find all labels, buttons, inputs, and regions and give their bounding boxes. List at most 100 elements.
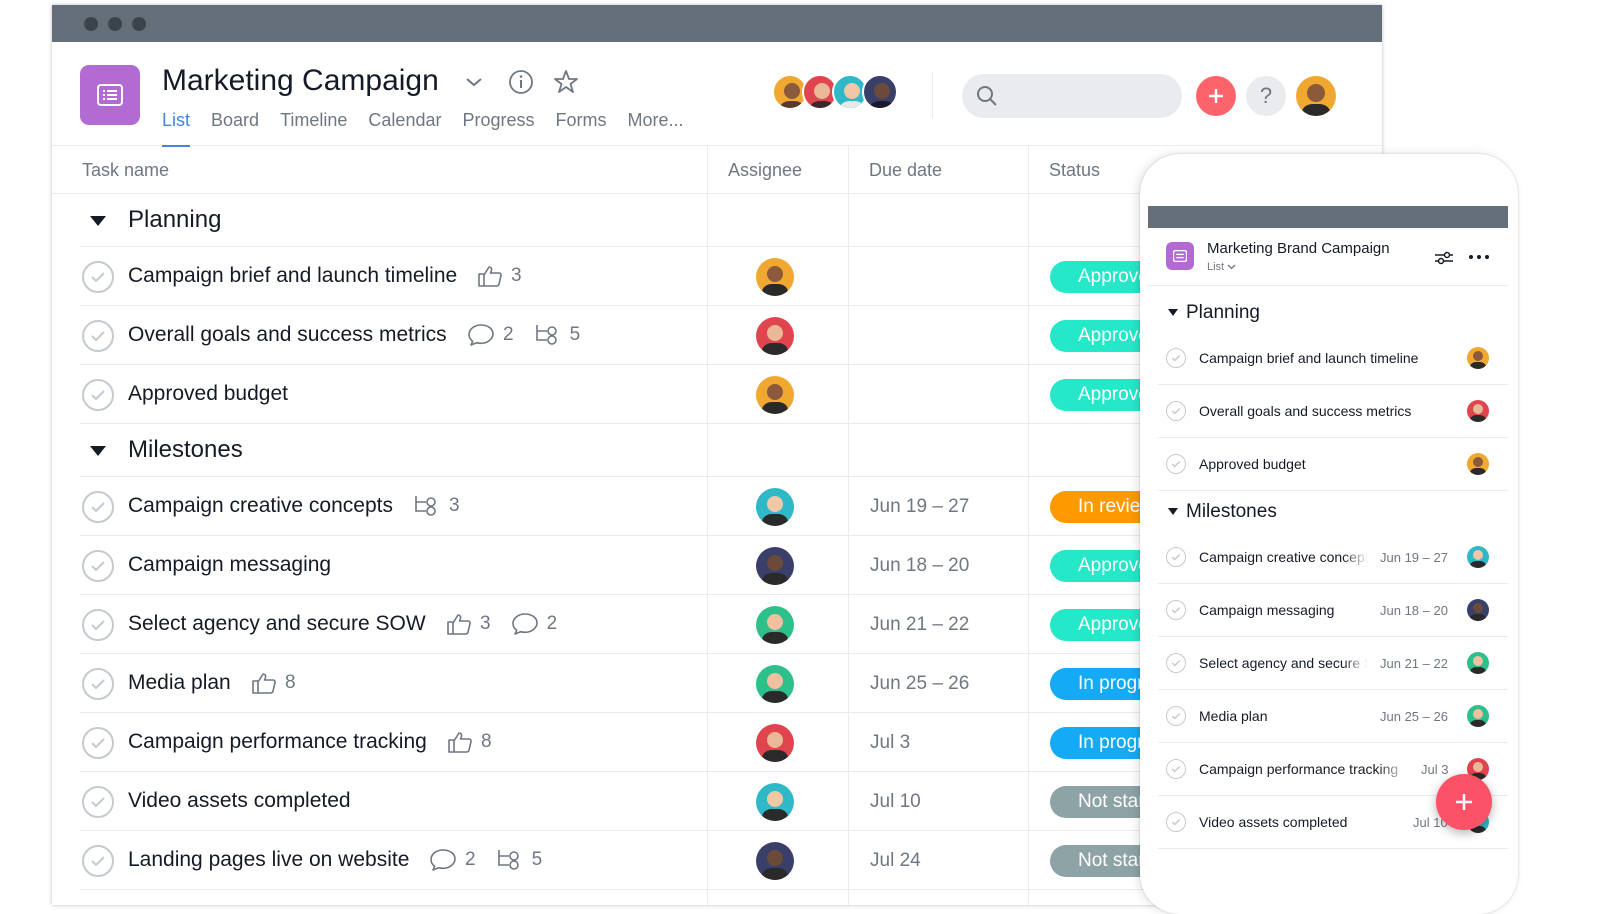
complete-task-checkbox[interactable] <box>1166 653 1186 673</box>
assignee-avatar[interactable] <box>1467 705 1489 727</box>
complete-task-checkbox[interactable] <box>82 261 114 293</box>
help-button[interactable]: ? <box>1246 76 1286 116</box>
task-name[interactable]: Select agency and secure SOW <box>1199 655 1368 671</box>
window-close-dot[interactable] <box>84 17 98 31</box>
complete-task-checkbox[interactable] <box>82 320 114 352</box>
likes-count[interactable]: 8 <box>447 730 492 754</box>
info-icon[interactable] <box>507 68 535 96</box>
mobile-view-selector[interactable]: List <box>1207 261 1236 273</box>
filter-icon[interactable] <box>1434 250 1454 266</box>
task-name[interactable]: Campaign creative concepts <box>128 494 393 518</box>
likes-count[interactable]: 3 <box>477 264 522 288</box>
due-date[interactable]: Jul 24 <box>870 850 921 872</box>
add-button[interactable] <box>1196 76 1236 116</box>
mobile-section-planning[interactable]: Planning <box>1168 302 1260 324</box>
mobile-task-row[interactable]: Select agency and secure SOW Jun 21 – 22 <box>1158 637 1508 690</box>
project-icon[interactable] <box>1166 242 1194 270</box>
complete-task-checkbox[interactable] <box>1166 759 1186 779</box>
comments-count[interactable]: 2 <box>429 848 476 872</box>
task-name[interactable]: Approved budget <box>128 382 288 406</box>
complete-task-checkbox[interactable] <box>1166 401 1186 421</box>
assignee-avatar[interactable] <box>1467 453 1489 475</box>
assignee-avatar[interactable] <box>756 547 794 585</box>
complete-task-checkbox[interactable] <box>82 491 114 523</box>
complete-task-checkbox[interactable] <box>82 379 114 411</box>
assignee-avatar[interactable] <box>1467 599 1489 621</box>
chevron-down-icon[interactable] <box>460 68 488 96</box>
complete-task-checkbox[interactable] <box>82 609 114 641</box>
complete-task-checkbox[interactable] <box>1166 547 1186 567</box>
mobile-section-milestones[interactable]: Milestones <box>1168 501 1277 523</box>
due-date[interactable]: Jun 18 – 20 <box>870 555 969 577</box>
collapse-triangle-icon[interactable] <box>1168 508 1178 516</box>
mobile-task-row[interactable]: Overall goals and success metrics <box>1158 385 1508 438</box>
user-avatar[interactable] <box>1296 76 1336 116</box>
complete-task-checkbox[interactable] <box>82 550 114 582</box>
window-maximize-dot[interactable] <box>132 17 146 31</box>
assignee-avatar[interactable] <box>756 783 794 821</box>
collapse-triangle-icon[interactable] <box>1168 309 1178 317</box>
complete-task-checkbox[interactable] <box>1166 600 1186 620</box>
task-name[interactable]: Select agency and secure SOW <box>128 612 426 636</box>
subtasks-count[interactable]: 5 <box>496 848 542 872</box>
due-date[interactable]: Jun 21 – 22 <box>870 614 969 636</box>
comments-count[interactable]: 2 <box>511 612 557 636</box>
complete-task-checkbox[interactable] <box>82 727 114 759</box>
task-name[interactable]: Campaign performance tracking <box>1199 761 1409 777</box>
task-name[interactable]: Overall goals and success metrics <box>128 323 447 347</box>
task-name[interactable]: Approved budget <box>1199 456 1306 472</box>
tab-board[interactable]: Board <box>211 110 259 147</box>
due-date[interactable]: Jun 19 – 27 <box>870 496 969 518</box>
due-date[interactable]: Jun 25 – 26 <box>870 673 969 695</box>
due-date[interactable]: Jul 3 <box>870 732 910 754</box>
assignee-avatar[interactable] <box>1467 400 1489 422</box>
task-name[interactable]: Media plan <box>128 671 231 695</box>
assignee-avatar[interactable] <box>756 606 794 644</box>
task-name[interactable]: Campaign brief and launch timeline <box>1199 350 1418 366</box>
collapse-triangle-icon[interactable] <box>90 446 106 456</box>
complete-task-checkbox[interactable] <box>1166 454 1186 474</box>
assignee-avatar[interactable] <box>756 376 794 414</box>
task-name[interactable]: Campaign performance tracking <box>128 730 427 754</box>
complete-task-checkbox[interactable] <box>1166 706 1186 726</box>
tab-list[interactable]: List <box>162 110 191 147</box>
task-name[interactable]: Media plan <box>1199 708 1368 724</box>
subtasks-count[interactable]: 5 <box>534 323 580 347</box>
task-name[interactable]: Landing pages live on website <box>128 848 409 872</box>
column-due-date[interactable]: Due date <box>869 160 942 181</box>
likes-count[interactable]: 3 <box>446 612 491 636</box>
task-name[interactable]: Video assets completed <box>1199 814 1401 830</box>
assignee-avatar[interactable] <box>756 665 794 703</box>
window-minimize-dot[interactable] <box>108 17 122 31</box>
column-status[interactable]: Status <box>1049 160 1100 181</box>
assignee-avatar[interactable] <box>756 842 794 880</box>
tab-forms[interactable]: Forms <box>556 110 607 147</box>
more-icon[interactable] <box>1468 254 1490 260</box>
assignee-avatar[interactable] <box>756 317 794 355</box>
assignee-avatar[interactable] <box>756 488 794 526</box>
comments-count[interactable]: 2 <box>467 323 514 347</box>
mobile-task-row[interactable]: Campaign messaging Jun 18 – 20 <box>1158 584 1508 637</box>
complete-task-checkbox[interactable] <box>1166 812 1186 832</box>
task-name[interactable]: Campaign brief and launch timeline <box>128 264 457 288</box>
project-icon[interactable] <box>80 65 140 125</box>
task-name[interactable]: Campaign creative concepts <box>1199 549 1368 565</box>
complete-task-checkbox[interactable] <box>82 786 114 818</box>
task-name[interactable]: Campaign messaging <box>1199 602 1368 618</box>
assignee-avatar[interactable] <box>1467 347 1489 369</box>
column-assignee[interactable]: Assignee <box>728 160 802 181</box>
assignee-avatar[interactable] <box>756 258 794 296</box>
tab-calendar[interactable]: Calendar <box>368 110 441 147</box>
task-name[interactable]: Campaign messaging <box>128 553 331 577</box>
subtasks-count[interactable]: 3 <box>413 494 460 518</box>
mobile-task-row[interactable]: Campaign creative concepts Jun 19 – 27 <box>1158 531 1508 584</box>
assignee-avatar[interactable] <box>1467 546 1489 568</box>
task-name[interactable]: Video assets completed <box>128 789 351 813</box>
tab-timeline[interactable]: Timeline <box>280 110 347 147</box>
mobile-task-row[interactable]: Campaign brief and launch timeline <box>1158 332 1508 385</box>
task-name[interactable]: Overall goals and success metrics <box>1199 403 1411 419</box>
complete-task-checkbox[interactable] <box>82 845 114 877</box>
likes-count[interactable]: 8 <box>251 671 296 695</box>
search-input[interactable] <box>962 74 1182 118</box>
column-task-name[interactable]: Task name <box>82 160 169 181</box>
